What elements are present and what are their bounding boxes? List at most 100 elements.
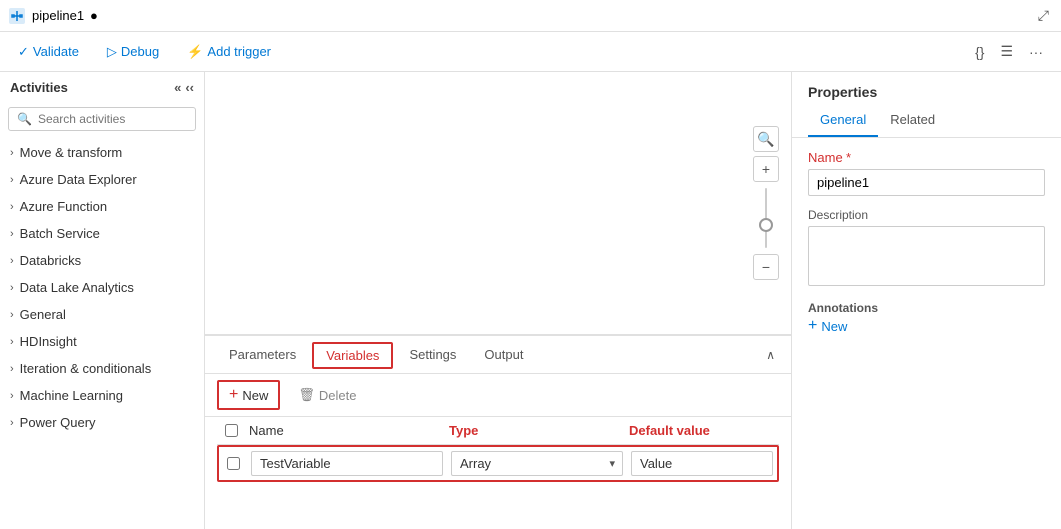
validate-label: Validate — [33, 44, 79, 59]
tab-settings[interactable]: Settings — [397, 341, 468, 370]
code-icon[interactable]: {} — [969, 40, 990, 64]
sidebar-item-label: Machine Learning — [20, 388, 123, 403]
main-column: 🔍 + − Parameters Variables Settings — [205, 72, 791, 529]
collapse-right-icon[interactable]: ‹‹ — [185, 80, 194, 95]
debug-icon: ▷ — [107, 44, 117, 60]
variable-type-select[interactable]: Array Boolean Integer String — [451, 451, 623, 476]
add-annotation-label: New — [821, 319, 847, 334]
properties-panel: Properties General Related Name * Descri… — [791, 72, 1061, 529]
sidebar-item-label: Azure Function — [20, 199, 107, 214]
delete-variable-button[interactable]: 🗑 Delete — [288, 383, 366, 407]
sidebar-item-label: Batch Service — [20, 226, 100, 241]
zoom-in-button[interactable]: + — [753, 156, 779, 182]
variable-name-input[interactable] — [251, 451, 443, 476]
new-variable-button[interactable]: + New — [217, 380, 280, 410]
sidebar-item-data-lake-analytics[interactable]: › Data Lake Analytics — [0, 274, 204, 301]
sidebar-collapse-icons[interactable]: « ‹‹ — [174, 80, 194, 95]
props-tab-general[interactable]: General — [808, 104, 878, 137]
chevron-icon: › — [10, 336, 14, 348]
panel-toolbar: + New 🗑 Delete — [205, 374, 791, 417]
content-area: Activities « ‹‹ 🔍 › Move & transform › A… — [0, 72, 1061, 529]
chevron-icon: › — [10, 363, 14, 375]
sidebar-header: Activities « ‹‹ — [0, 72, 204, 103]
table-header: Name Type Default value — [217, 417, 779, 445]
tab-parameters[interactable]: Parameters — [217, 341, 308, 370]
canvas-area[interactable]: 🔍 + − — [205, 72, 791, 334]
sidebar-item-label: HDInsight — [20, 334, 77, 349]
add-trigger-label: Add trigger — [207, 44, 271, 59]
panel-collapse-button[interactable]: ∧ — [762, 344, 779, 366]
sidebar: Activities « ‹‹ 🔍 › Move & transform › A… — [0, 72, 205, 529]
validate-icon: ✓ — [18, 44, 29, 60]
chevron-icon: › — [10, 282, 14, 294]
name-field-label: Name * — [808, 150, 1045, 165]
search-activities-input[interactable] — [38, 112, 187, 126]
annotations-label: Annotations — [808, 301, 1045, 315]
pipeline-name: pipeline1 — [32, 8, 84, 23]
sidebar-item-databricks[interactable]: › Databricks — [0, 247, 204, 274]
props-body: Name * Description Annotations + New — [792, 138, 1061, 349]
sidebar-item-machine-learning[interactable]: › Machine Learning — [0, 382, 204, 409]
properties-icon[interactable]: ☰ — [994, 39, 1019, 64]
sidebar-item-label: General — [20, 307, 66, 322]
pipeline-name-input[interactable] — [808, 169, 1045, 196]
col-header-default: Default value — [625, 423, 779, 438]
row-type-cell: Array Boolean Integer String ▾ — [447, 451, 627, 476]
row-default-cell — [627, 451, 777, 476]
plus-icon: + — [229, 386, 238, 404]
chevron-icon: › — [10, 174, 14, 186]
toolbar-right: {} ☰ ··· — [969, 39, 1049, 64]
tab-output[interactable]: Output — [472, 341, 535, 370]
collapse-left-icon[interactable]: « — [174, 80, 181, 95]
sidebar-item-move-transform[interactable]: › Move & transform — [0, 139, 204, 166]
bottom-panel: Parameters Variables Settings Output ∧ +… — [205, 334, 791, 529]
zoom-out-button[interactable]: − — [753, 254, 779, 280]
sidebar-item-label: Databricks — [20, 253, 81, 268]
title-bar: pipeline1 ● ⤢ — [0, 0, 1061, 32]
sidebar-item-general[interactable]: › General — [0, 301, 204, 328]
add-annotation-button[interactable]: + New — [808, 315, 847, 337]
sidebar-item-hdinsight[interactable]: › HDInsight — [0, 328, 204, 355]
add-trigger-button[interactable]: ⚡ Add trigger — [181, 40, 277, 64]
description-textarea[interactable] — [808, 226, 1045, 286]
plus-annotation-icon: + — [808, 317, 817, 335]
sidebar-item-iteration-conditionals[interactable]: › Iteration & conditionals — [0, 355, 204, 382]
select-all-checkbox[interactable] — [225, 424, 238, 437]
properties-heading: Properties — [792, 72, 1061, 104]
type-select-wrap: Array Boolean Integer String ▾ — [451, 451, 623, 476]
more-options-icon[interactable]: ··· — [1023, 40, 1049, 64]
sidebar-item-azure-function[interactable]: › Azure Function — [0, 193, 204, 220]
variable-default-input[interactable] — [631, 451, 773, 476]
debug-button[interactable]: ▷ Debug — [101, 40, 165, 64]
chevron-icon: › — [10, 255, 14, 267]
header-check — [217, 424, 245, 437]
chevron-icon: › — [10, 201, 14, 213]
sidebar-item-label: Iteration & conditionals — [20, 361, 152, 376]
sidebar-item-azure-data-explorer[interactable]: › Azure Data Explorer — [0, 166, 204, 193]
tab-variables[interactable]: Variables — [312, 342, 393, 369]
trigger-icon: ⚡ — [187, 44, 203, 60]
chevron-icon: › — [10, 390, 14, 402]
tab-output-label: Output — [484, 347, 523, 362]
sidebar-item-label: Data Lake Analytics — [20, 280, 134, 295]
props-tab-related[interactable]: Related — [878, 104, 947, 137]
canvas-controls: 🔍 + − — [753, 126, 779, 280]
chevron-icon: › — [10, 228, 14, 240]
search-box[interactable]: 🔍 — [8, 107, 196, 131]
zoom-slider-thumb[interactable] — [759, 218, 773, 232]
search-canvas-button[interactable]: 🔍 — [753, 126, 779, 152]
sidebar-item-power-query[interactable]: › Power Query — [0, 409, 204, 436]
tab-variables-label: Variables — [326, 348, 379, 363]
search-icon: 🔍 — [17, 112, 32, 126]
chevron-icon: › — [10, 417, 14, 429]
row-checkbox[interactable] — [227, 457, 240, 470]
sidebar-item-label: Move & transform — [20, 145, 123, 160]
new-label: New — [242, 388, 268, 403]
chevron-icon: › — [10, 309, 14, 321]
chevron-icon: › — [10, 147, 14, 159]
description-field-label: Description — [808, 208, 1045, 222]
expand-icon[interactable]: ⤢ — [1034, 5, 1053, 26]
props-tabs: General Related — [792, 104, 1061, 138]
sidebar-item-batch-service[interactable]: › Batch Service — [0, 220, 204, 247]
validate-button[interactable]: ✓ Validate — [12, 40, 85, 64]
